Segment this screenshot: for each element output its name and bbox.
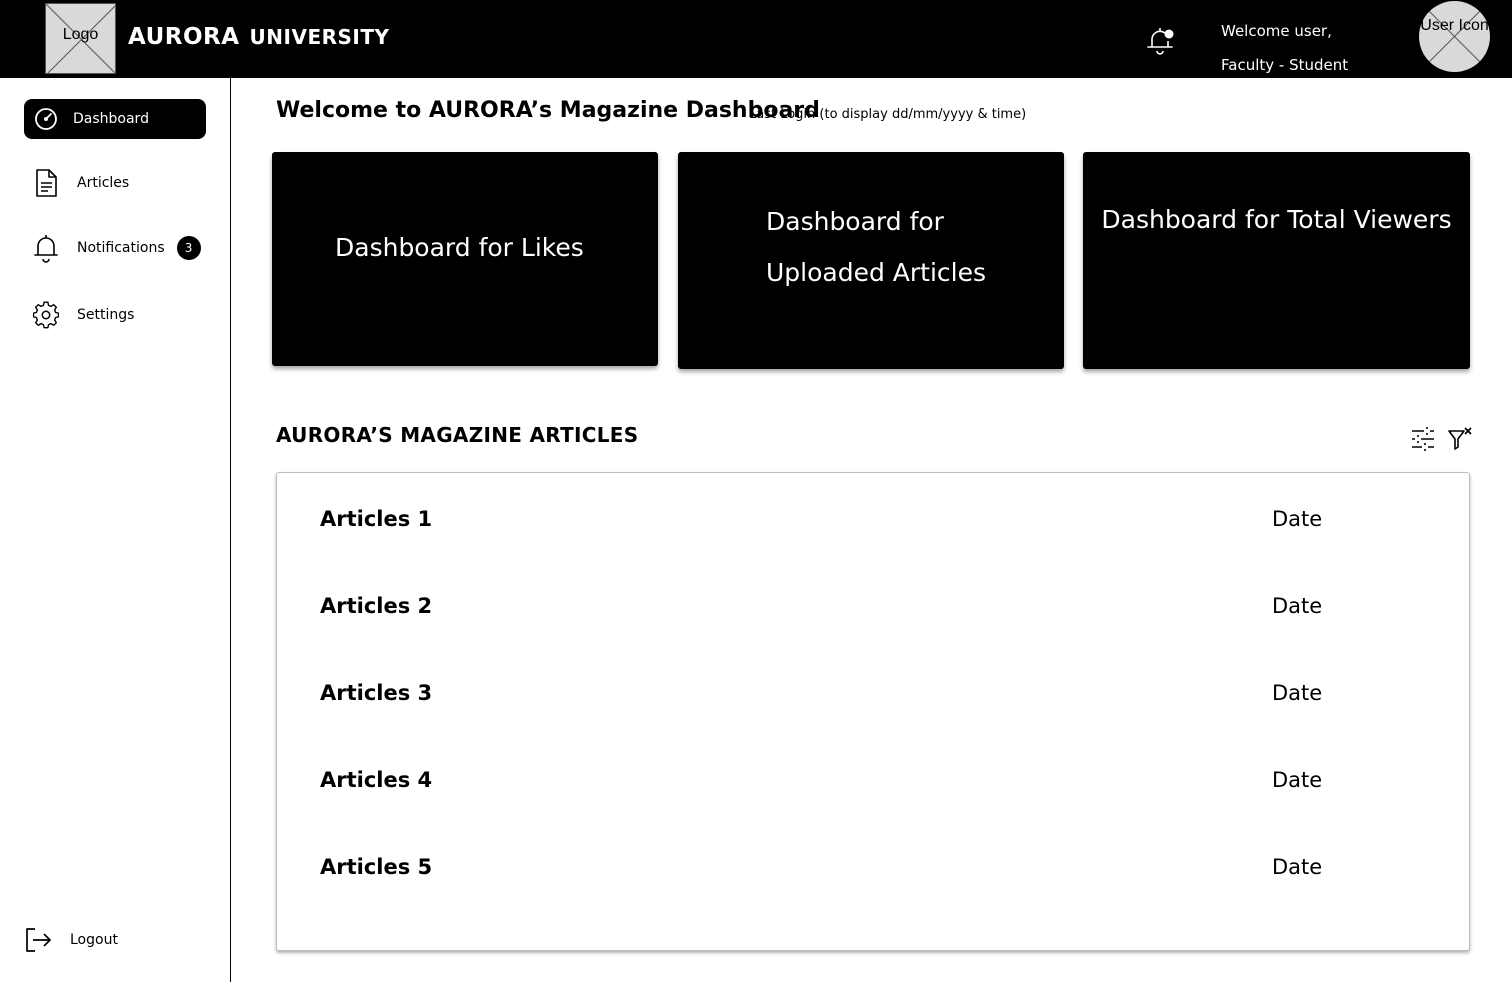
sidebar-item-dashboard[interactable]: Dashboard xyxy=(24,99,206,139)
article-date: Date xyxy=(1272,507,1323,531)
placeholder-cross-icon xyxy=(1428,10,1481,63)
list-item[interactable]: Articles 4 Date xyxy=(277,762,1469,802)
sidebar-item-label: Notifications xyxy=(77,240,165,256)
sidebar-item-label: Dashboard xyxy=(73,111,149,127)
article-date: Date xyxy=(1272,594,1323,618)
article-date: Date xyxy=(1272,681,1323,705)
card-label: Dashboard for Likes xyxy=(335,233,584,262)
sidebar-item-label: Articles xyxy=(77,175,130,191)
uploaded-articles-dashboard-card[interactable]: Dashboard for Uploaded Articles xyxy=(678,152,1064,369)
list-item[interactable]: Articles 2 Date xyxy=(277,588,1469,628)
gear-icon xyxy=(33,301,59,329)
article-date: Date xyxy=(1272,768,1323,792)
list-item[interactable]: Articles 5 Date xyxy=(277,849,1469,889)
articles-list: Articles 1 Date Articles 2 Date Articles… xyxy=(276,472,1470,951)
top-bar: Logo AURORA UNIVERSITY Welcome user, Facu… xyxy=(0,0,1512,78)
article-title[interactable]: Articles 1 xyxy=(320,507,432,531)
sidebar-item-label: Settings xyxy=(77,307,135,323)
adjust-sliders-icon[interactable] xyxy=(1410,426,1436,452)
welcome-line-2: Faculty - Student xyxy=(1221,56,1349,74)
articles-section-title: AURORA’S MAGAZINE ARTICLES xyxy=(276,423,639,447)
article-title[interactable]: Articles 5 xyxy=(320,855,432,879)
card-label: Dashboard for Uploaded Articles xyxy=(766,207,987,287)
bell-icon xyxy=(33,235,59,263)
list-item[interactable]: Articles 3 Date xyxy=(277,675,1469,715)
article-title[interactable]: Articles 4 xyxy=(320,768,432,792)
notification-bell-icon[interactable] xyxy=(1142,22,1178,58)
avatar[interactable]: User Icon xyxy=(1419,1,1490,72)
notification-count-badge: 3 xyxy=(176,236,201,260)
page-title: Welcome to AURORA’s Magazine Dashboard xyxy=(276,98,820,123)
brand-secondary: UNIVERSITY xyxy=(249,25,390,49)
total-viewers-dashboard-card[interactable]: Dashboard for Total Viewers xyxy=(1083,152,1470,369)
document-icon xyxy=(33,169,59,197)
welcome-line-1: Welcome user, xyxy=(1221,22,1332,40)
logo-text: Logo xyxy=(62,26,99,43)
article-date: Date xyxy=(1272,855,1323,879)
logo-placeholder[interactable]: Logo xyxy=(45,3,116,74)
logout-label: Logout xyxy=(70,932,118,948)
brand-name: AURORA UNIVERSITY xyxy=(128,24,389,50)
brand-primary: AURORA xyxy=(128,24,240,50)
card-label: Dashboard for Total Viewers xyxy=(1101,205,1452,234)
article-title[interactable]: Articles 3 xyxy=(320,681,432,705)
sidebar: Dashboard Articles Notifications 3 Setti… xyxy=(0,78,231,982)
avatar-text: User Icon xyxy=(1420,17,1489,34)
article-title[interactable]: Articles 2 xyxy=(320,594,432,618)
welcome-text: Welcome user, Faculty - Student xyxy=(1221,14,1348,82)
sidebar-item-notifications[interactable]: Notifications 3 xyxy=(24,228,206,268)
sidebar-item-settings[interactable]: Settings xyxy=(24,295,206,335)
dashboard-gauge-icon xyxy=(33,106,59,132)
sidebar-item-articles[interactable]: Articles xyxy=(24,163,206,203)
logout-icon xyxy=(26,928,51,952)
likes-dashboard-card[interactable]: Dashboard for Likes xyxy=(272,152,658,366)
list-item[interactable]: Articles 1 Date xyxy=(277,501,1469,541)
logout-button[interactable]: Logout xyxy=(24,926,118,954)
clear-filter-icon[interactable] xyxy=(1447,426,1473,452)
last-login-text: Last Login (to display dd/mm/yyyy & time… xyxy=(749,107,1027,122)
